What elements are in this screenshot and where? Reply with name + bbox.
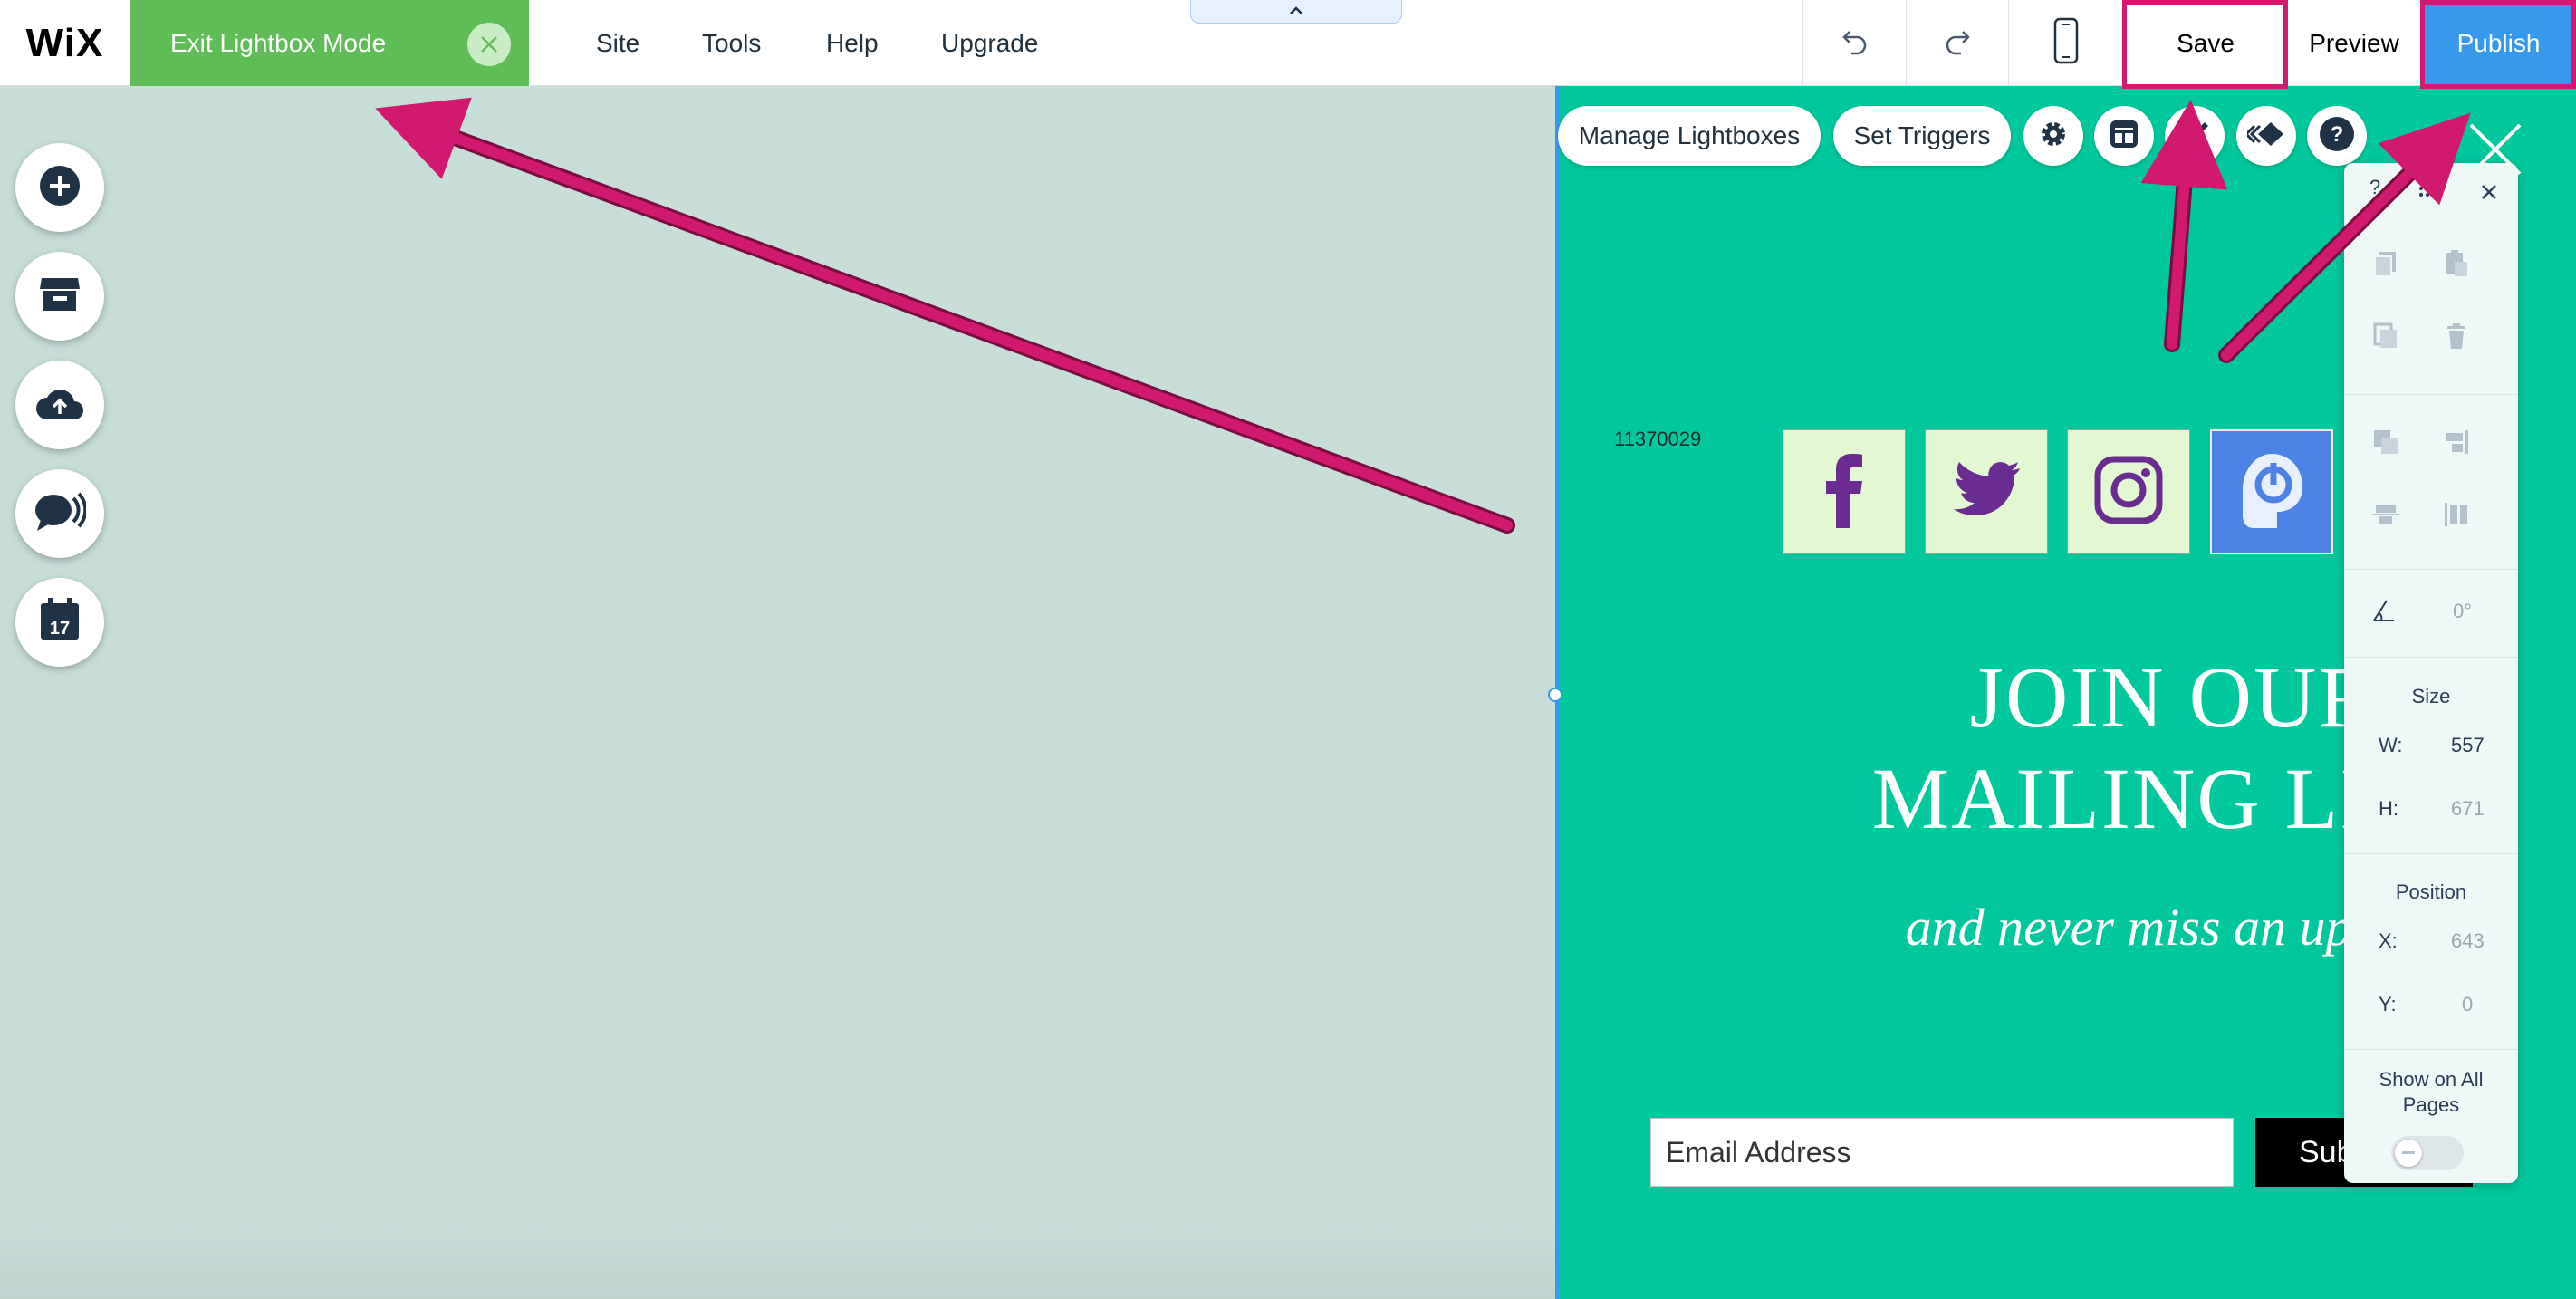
settings-icon: [2037, 118, 2070, 155]
add-elements-button[interactable]: [15, 143, 104, 232]
collapse-toolbar-tab[interactable]: [1190, 0, 1402, 24]
upload-button[interactable]: [15, 361, 104, 449]
calendar-button[interactable]: 17: [15, 578, 104, 667]
redo-button[interactable]: [1907, 0, 2008, 86]
facebook-button[interactable]: [1783, 429, 1906, 554]
store-button[interactable]: [15, 252, 104, 341]
custom-app-button[interactable]: [2210, 429, 2333, 554]
top-bar: WiX Exit Lightbox Mode Site Tools Help U…: [0, 0, 2576, 86]
divider: [1802, 0, 1803, 86]
align-center-icon[interactable]: [2371, 500, 2400, 529]
upload-icon: [34, 385, 85, 426]
divider: [2344, 1049, 2518, 1050]
settings-button[interactable]: [2023, 106, 2083, 166]
undo-icon: [1839, 24, 1871, 62]
height-value[interactable]: 671: [2451, 797, 2485, 821]
chat-icon: [34, 491, 88, 537]
distribute-icon[interactable]: [2442, 500, 2471, 529]
element-id-label: 11370029: [1614, 428, 1702, 450]
divider: [2344, 657, 2518, 658]
mobile-view-button[interactable]: [2009, 0, 2123, 86]
size-title: Size: [2411, 685, 2451, 707]
y-label: Y:: [2379, 993, 2397, 1015]
arrow-to-exit-lightbox: [375, 97, 1515, 534]
resize-handle[interactable]: [1548, 688, 1562, 702]
svg-text:17: 17: [50, 619, 70, 639]
duplicate-icon[interactable]: [2371, 322, 2400, 351]
width-label: W:: [2379, 734, 2403, 756]
width-value[interactable]: 557: [2451, 734, 2485, 757]
mobile-view-icon: [2052, 17, 2080, 69]
position-title: Position: [2395, 880, 2467, 903]
x-value[interactable]: 643: [2451, 929, 2485, 953]
paste-icon[interactable]: [2442, 249, 2471, 278]
drag-handle-icon[interactable]: [2417, 178, 2446, 207]
publish-button[interactable]: Publish: [2421, 0, 2576, 86]
exit-lightbox-button[interactable]: Exit Lightbox Mode: [130, 0, 529, 86]
undo-button[interactable]: [1804, 0, 1906, 86]
menu-upgrade[interactable]: Upgrade: [941, 0, 1038, 86]
set-triggers-button[interactable]: Set Triggers: [1833, 106, 2011, 166]
delete-icon[interactable]: [2442, 322, 2471, 351]
inspector-help-link[interactable]: ?: [2369, 176, 2380, 199]
exit-lightbox-label: Exit Lightbox Mode: [170, 28, 387, 57]
rotation-value[interactable]: 0°: [2453, 600, 2472, 623]
arrange-icon[interactable]: [2371, 428, 2400, 457]
close-icon[interactable]: [2475, 178, 2504, 207]
menu-site[interactable]: Site: [596, 0, 639, 86]
animation-button[interactable]: [2236, 106, 2296, 166]
add-icon: [38, 164, 82, 212]
animation-icon: [2244, 120, 2285, 152]
wix-logo[interactable]: WiX: [0, 0, 130, 86]
rotate-icon[interactable]: [2369, 596, 2398, 625]
divider: [2344, 853, 2518, 854]
calendar-icon: 17: [38, 597, 82, 648]
copy-icon[interactable]: [2371, 249, 2400, 278]
manage-lightboxes-button[interactable]: Manage Lightboxes: [1558, 106, 1821, 166]
height-label: H:: [2379, 797, 2398, 820]
instagram-icon: [2094, 456, 2163, 529]
y-value[interactable]: 0: [2462, 993, 2473, 1016]
layout-icon: [2109, 119, 2139, 154]
divider: [2344, 394, 2518, 395]
show-on-all-pages-label: Show on All Pages: [2379, 1068, 2484, 1116]
align-right-icon[interactable]: [2442, 428, 2471, 457]
email-input[interactable]: [1650, 1118, 2234, 1187]
preview-button[interactable]: Preview: [2287, 0, 2421, 86]
layout-button[interactable]: [2094, 106, 2154, 166]
help-button[interactable]: ?: [2307, 106, 2367, 166]
collapse-chevron-icon: [1288, 4, 1304, 20]
custom-app-icon: [2234, 447, 2310, 538]
store-icon: [38, 274, 82, 319]
toggle-knob: [2395, 1140, 2422, 1167]
redo-icon: [1941, 24, 1974, 62]
design-icon: [2179, 119, 2210, 154]
chat-button[interactable]: [15, 469, 104, 558]
x-label: X:: [2379, 929, 2398, 952]
divider: [2344, 569, 2518, 570]
design-button[interactable]: [2165, 106, 2225, 166]
close-icon[interactable]: [467, 23, 511, 66]
svg-text:?: ?: [2331, 122, 2344, 147]
instagram-button[interactable]: [2067, 429, 2190, 554]
facebook-icon: [1817, 452, 1871, 533]
save-button[interactable]: Save: [2124, 0, 2287, 86]
inspector-panel: ? 0° Size W: 557 H: 671 Position X: 643 …: [2344, 163, 2518, 1183]
help-icon: ?: [2319, 116, 2355, 157]
twitter-button[interactable]: [1925, 429, 2048, 554]
menu-tools[interactable]: Tools: [702, 0, 761, 86]
menu-help[interactable]: Help: [826, 0, 879, 86]
show-on-all-pages-toggle[interactable]: [2391, 1136, 2464, 1170]
canvas-shadow: [0, 1223, 1555, 1299]
twitter-icon: [1951, 461, 2022, 524]
